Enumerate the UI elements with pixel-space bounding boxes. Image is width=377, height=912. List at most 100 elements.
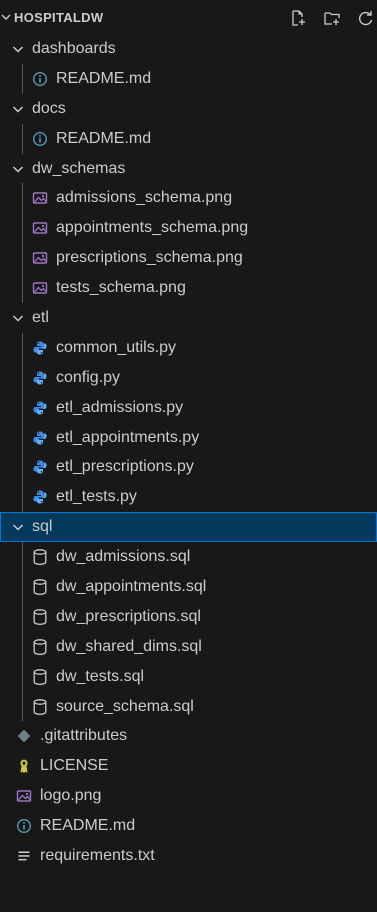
text-lines-icon [16, 848, 32, 864]
indent-guide [22, 542, 23, 573]
chevron-down-icon[interactable] [10, 41, 26, 57]
new-folder-icon[interactable] [321, 7, 343, 29]
file-row[interactable]: dw_prescriptions.sql [0, 601, 377, 632]
image-icon [32, 220, 48, 236]
file-label: dw_shared_dims.sql [56, 637, 202, 655]
database-icon [32, 698, 48, 715]
refresh-icon[interactable] [355, 7, 377, 29]
folder-row[interactable]: etl [0, 303, 377, 333]
folder-label: etl [32, 308, 49, 326]
indent-guide [22, 661, 23, 692]
indent-guide [22, 63, 23, 94]
database-icon [32, 549, 48, 566]
image-icon [16, 788, 32, 804]
file-label: dw_appointments.sql [56, 577, 207, 595]
file-row[interactable]: dw_shared_dims.sql [0, 631, 377, 662]
indent-guide [22, 572, 23, 602]
file-row[interactable]: source_schema.sql [0, 691, 377, 722]
database-icon [32, 638, 48, 655]
file-label: tests_schema.png [56, 279, 186, 297]
file-label: README.md [56, 129, 152, 147]
file-label: etl_prescriptions.py [56, 458, 194, 476]
file-label: admissions_schema.png [56, 189, 233, 207]
file-label: dw_prescriptions.sql [56, 607, 201, 625]
explorer-header[interactable]: HOSPITALDW [0, 0, 377, 34]
info-icon [32, 71, 48, 87]
file-row[interactable]: admissions_schema.png [0, 183, 377, 214]
file-label: etl_appointments.py [56, 428, 200, 446]
file-label: etl_tests.py [56, 488, 137, 506]
file-label: dw_admissions.sql [56, 548, 191, 566]
indent-guide [22, 691, 23, 722]
file-row[interactable]: prescriptions_schema.png [0, 243, 377, 274]
python-icon [32, 459, 48, 475]
file-row[interactable]: etl_prescriptions.py [0, 452, 377, 483]
info-icon [32, 131, 48, 147]
file-tree: dashboards README.md docs README.md dw_schem… [0, 34, 377, 871]
file-row[interactable]: tests_schema.png [0, 273, 377, 304]
indent-guide [22, 123, 23, 154]
file-row[interactable]: README.md [0, 811, 377, 841]
file-label: etl_admissions.py [56, 398, 184, 416]
file-row[interactable]: logo.png [0, 781, 377, 811]
folder-row[interactable]: sql [0, 512, 377, 543]
file-row[interactable]: README.md [0, 63, 377, 94]
file-label: logo.png [40, 787, 102, 805]
chevron-down-icon[interactable] [0, 11, 14, 23]
indent-guide [22, 631, 23, 662]
file-label: .gitattributes [40, 727, 128, 745]
file-row[interactable]: dw_appointments.sql [0, 572, 377, 602]
file-label: config.py [56, 368, 121, 386]
folder-row[interactable]: docs [0, 94, 377, 124]
chevron-down-icon[interactable] [10, 519, 26, 535]
file-row[interactable]: config.py [0, 362, 377, 393]
indent-guide [22, 601, 23, 632]
file-row[interactable]: .gitattributes [0, 721, 377, 751]
folder-label: dashboards [32, 39, 116, 57]
file-row[interactable]: common_utils.py [0, 332, 377, 363]
image-icon [32, 250, 48, 266]
indent-guide [22, 213, 23, 244]
file-row[interactable]: LICENSE [0, 751, 377, 781]
indent-guide [22, 482, 23, 513]
file-label: common_utils.py [56, 338, 177, 356]
file-row[interactable]: dw_admissions.sql [0, 542, 377, 573]
new-file-icon[interactable] [287, 7, 309, 29]
database-icon [32, 579, 48, 595]
file-row[interactable]: requirements.txt [0, 841, 377, 871]
git-icon [16, 728, 32, 744]
indent-guide [22, 183, 23, 214]
file-row[interactable]: etl_admissions.py [0, 392, 377, 423]
info-icon [16, 818, 32, 834]
file-row[interactable]: etl_tests.py [0, 482, 377, 513]
explorer-actions [287, 7, 377, 29]
folder-row[interactable]: dw_schemas [0, 154, 377, 184]
chevron-down-icon[interactable] [10, 101, 26, 117]
indent-guide [22, 332, 23, 363]
python-icon [32, 400, 48, 416]
file-row[interactable]: README.md [0, 123, 377, 154]
workspace-title: HOSPITALDW [14, 9, 104, 25]
file-row[interactable]: dw_tests.sql [0, 661, 377, 692]
file-label: LICENSE [40, 757, 109, 775]
indent-guide [22, 273, 23, 304]
chevron-down-icon[interactable] [10, 310, 26, 326]
python-icon [32, 430, 48, 446]
folder-label: dw_schemas [32, 159, 126, 177]
file-label: requirements.txt [40, 846, 155, 864]
folder-label: docs [32, 99, 66, 117]
file-row[interactable]: appointments_schema.png [0, 213, 377, 244]
indent-guide [22, 392, 23, 423]
file-label: dw_tests.sql [56, 667, 145, 685]
image-icon [32, 280, 48, 296]
file-label: README.md [56, 69, 152, 87]
database-icon [32, 668, 48, 685]
folder-label: sql [32, 518, 53, 536]
folder-row[interactable]: dashboards [0, 34, 377, 64]
python-icon [32, 370, 48, 386]
python-icon [32, 340, 48, 356]
file-row[interactable]: etl_appointments.py [0, 422, 377, 453]
chevron-down-icon[interactable] [10, 161, 26, 177]
image-icon [32, 190, 48, 206]
database-icon [32, 609, 48, 625]
